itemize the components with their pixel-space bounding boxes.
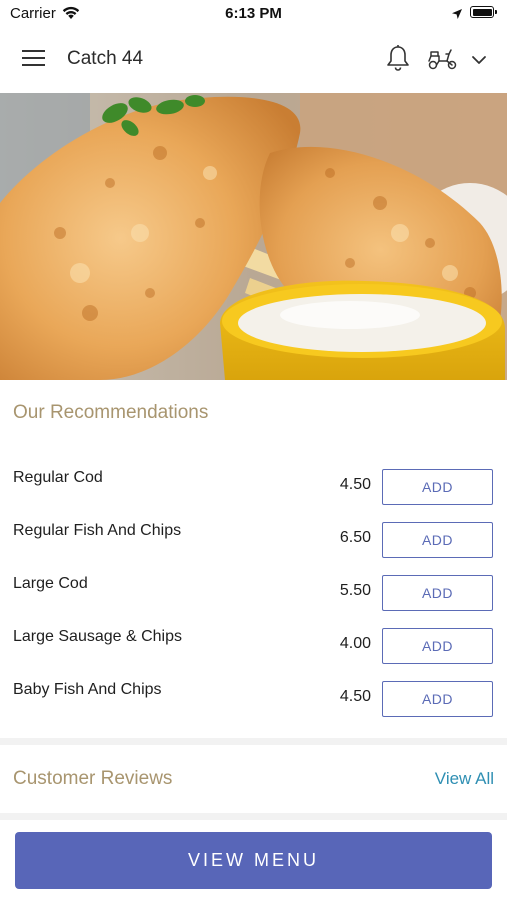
- menu-item-price: 6.50: [339, 529, 371, 546]
- section-divider: [0, 738, 507, 745]
- bottom-bar: VIEW MENU: [0, 820, 507, 900]
- menu-item-name: Large Cod: [13, 575, 88, 592]
- reviews-title: Customer Reviews: [13, 768, 173, 789]
- chevron-down-icon[interactable]: [471, 52, 487, 70]
- menu-item-name: Baby Fish And Chips: [13, 681, 162, 698]
- delivery-scooter-icon[interactable]: [427, 47, 459, 76]
- menu-item-row: Baby Fish And Chips 4.50 ADD: [0, 681, 507, 734]
- section-divider: [0, 813, 507, 820]
- add-button[interactable]: ADD: [382, 681, 493, 717]
- menu-item-price: 4.00: [339, 635, 371, 652]
- add-button[interactable]: ADD: [382, 628, 493, 664]
- view-all-link[interactable]: View All: [380, 769, 494, 789]
- add-button[interactable]: ADD: [382, 469, 493, 505]
- menu-item-price: 4.50: [339, 476, 371, 493]
- hero-image: [0, 93, 507, 380]
- recommendations-title: Our Recommendations: [13, 402, 209, 423]
- menu-item-row: Large Sausage & Chips 4.00 ADD: [0, 628, 507, 681]
- page-title: Catch 44: [67, 48, 144, 69]
- menu-item-name: Regular Fish And Chips: [13, 522, 182, 539]
- add-button[interactable]: ADD: [382, 522, 493, 558]
- add-button[interactable]: ADD: [382, 575, 493, 611]
- status-time: 6:13 PM: [225, 5, 282, 22]
- menu-item-row: Large Cod 5.50 ADD: [0, 575, 507, 628]
- location-arrow-icon: [451, 7, 463, 25]
- menu-item-name: Regular Cod: [13, 469, 103, 486]
- status-bar: Carrier 6:13 PM: [0, 0, 507, 26]
- bell-icon[interactable]: [385, 44, 411, 77]
- hamburger-menu-icon[interactable]: [22, 50, 46, 68]
- view-menu-button[interactable]: VIEW MENU: [15, 832, 492, 889]
- menu-item-name: Large Sausage & Chips: [13, 628, 182, 645]
- battery-icon: [470, 6, 497, 18]
- menu-item-row: Regular Fish And Chips 6.50 ADD: [0, 522, 507, 575]
- menu-item-price: 5.50: [339, 582, 371, 599]
- app-header: Catch 44: [0, 26, 507, 93]
- menu-item-price: 4.50: [339, 688, 371, 705]
- menu-item-row: Regular Cod 4.50 ADD: [0, 469, 507, 522]
